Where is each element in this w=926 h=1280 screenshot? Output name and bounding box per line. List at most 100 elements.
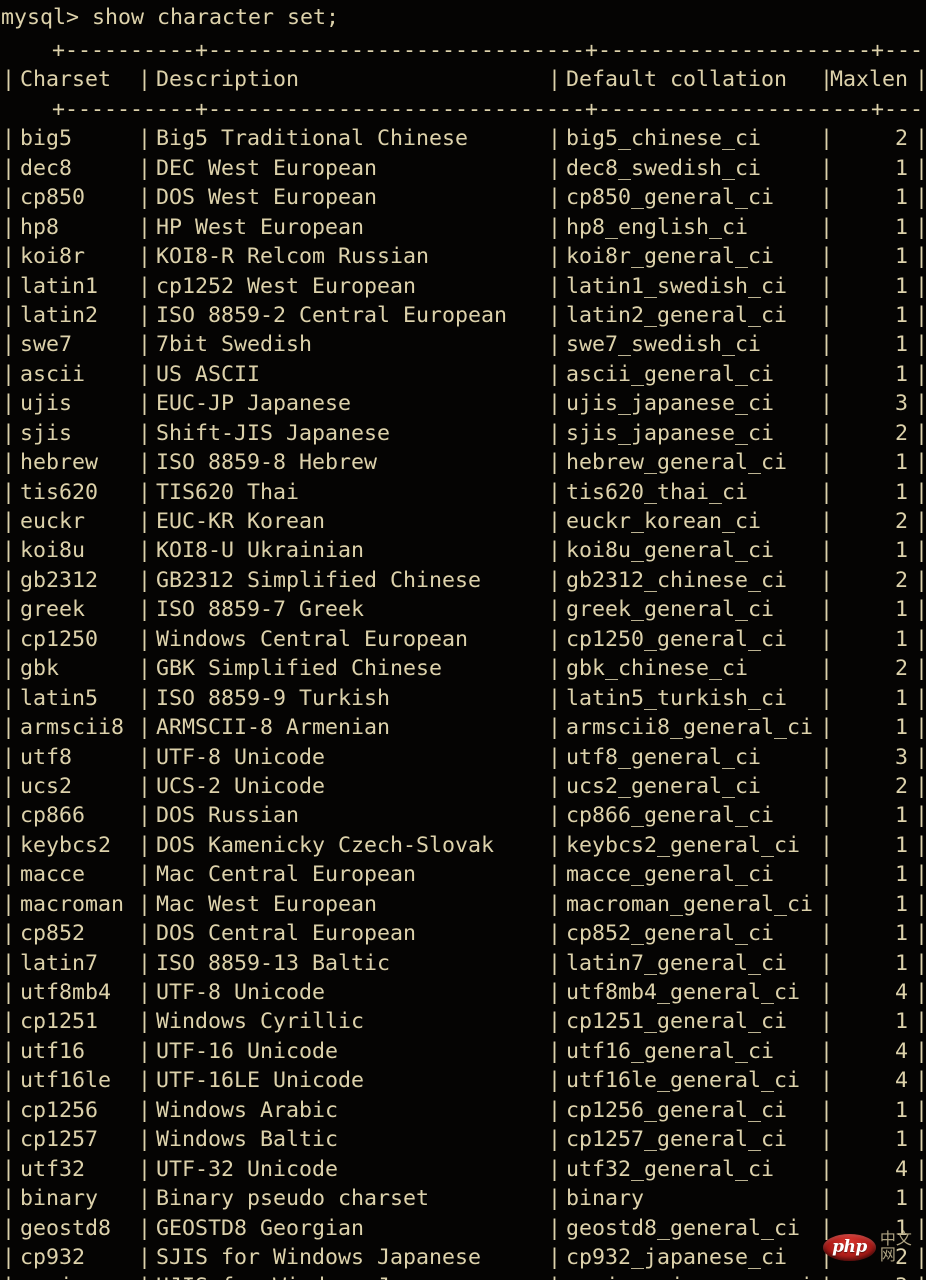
row-bar-right: |: [915, 567, 926, 593]
row-bar-2: |: [548, 773, 562, 799]
table-border-top-text: +----------+----------------------------…: [52, 38, 926, 63]
row-bar-1: |: [138, 1156, 152, 1182]
row-bar-right: |: [915, 685, 926, 711]
cell-description: UCS-2 Unicode: [156, 773, 326, 799]
row-bar-2: |: [548, 715, 562, 741]
cell-collation: cp932_japanese_ci: [566, 1244, 788, 1270]
cell-collation: cp1251_general_ci: [566, 1009, 788, 1035]
row-bar-left: |: [2, 1068, 16, 1094]
row-bar-2: |: [548, 509, 562, 534]
cell-maxlen: 2: [894, 126, 908, 152]
row-bar-left: |: [2, 1186, 16, 1212]
cell-charset: geostd8: [20, 1215, 112, 1241]
row-bar-right: |: [915, 1038, 926, 1064]
row-bar-right: |: [915, 1068, 926, 1094]
cell-collation: utf8mb4_general_ci: [566, 980, 801, 1005]
cell-collation: utf32_general_ci: [566, 1156, 775, 1182]
cell-description: ISO 8859-9 Turkish: [156, 685, 391, 711]
row-bar-2: |: [548, 450, 562, 476]
row-bar-left: |: [2, 1127, 16, 1153]
cell-description: ISO 8859-8 Hebrew: [156, 450, 378, 476]
table-border-top: +----------+----------------------------…: [0, 36, 926, 65]
table-row: | dec8 | DEC West European | dec8_swedish_ci |…: [0, 154, 926, 183]
table-row: | big5 | Big5 Traditional Chinese | big5_chin…: [0, 124, 926, 153]
cell-collation: latin5_turkish_ci: [566, 685, 788, 711]
row-bar-left: |: [2, 656, 16, 682]
table-row: | euckr | EUC-KR Korean | euckr_korean_ci | 2 |: [0, 507, 926, 536]
cell-maxlen: 1: [894, 361, 908, 387]
cell-description: ISO 8859-2 Central European: [156, 302, 508, 328]
row-bar-left: |: [2, 1272, 15, 1280]
cell-maxlen: 1: [894, 1215, 908, 1241]
row-bar-left: |: [2, 921, 16, 947]
row-bar-left: |: [2, 126, 16, 152]
row-bar-left: |: [2, 509, 16, 534]
row-bar-1: |: [138, 126, 152, 152]
cell-collation: koi8r_general_ci: [566, 244, 775, 270]
table-row: | latin7 | ISO 8859-13 Baltic | latin7_genera…: [0, 949, 926, 978]
cell-maxlen: 2: [894, 420, 908, 446]
table-row: | koi8u | KOI8-U Ukrainian | koi8u_general_ci…: [0, 536, 926, 565]
cell-description: GB2312 Simplified Chinese: [156, 567, 482, 593]
cell-charset: utf16: [20, 1038, 86, 1064]
cell-description: cp1252 West European: [156, 273, 417, 299]
row-bar-left: |: [2, 1215, 16, 1241]
cell-description: Shift-JIS Japanese: [156, 420, 391, 446]
row-bar-right: |: [915, 1186, 926, 1212]
cell-charset: cp1257: [20, 1127, 99, 1153]
row-bar-2: |: [548, 832, 562, 858]
row-bar-2: |: [548, 391, 562, 417]
table-row: | cp850 | DOS West European | cp850_general_c…: [0, 183, 926, 212]
cell-charset: latin5: [20, 685, 99, 711]
cell-description: ISO 8859-13 Baltic: [156, 950, 391, 976]
row-bar-1: |: [138, 1215, 152, 1241]
cell-charset: greek: [20, 597, 86, 623]
row-bar-right: |: [915, 1244, 926, 1270]
row-bar-left: |: [2, 744, 16, 770]
cell-maxlen: 2: [894, 1244, 908, 1270]
table-row: | macce | Mac Central European | macce_genera…: [0, 860, 926, 889]
row-bar-left: |: [2, 803, 16, 829]
row-bar-1: |: [138, 302, 152, 328]
row-bar-1: |: [138, 479, 152, 505]
row-bar-1: |: [138, 1009, 152, 1035]
row-bar-left: |: [2, 155, 16, 181]
cell-charset: ujis: [20, 391, 73, 417]
row-bar-2: |: [548, 1097, 562, 1123]
row-bar-1: |: [138, 980, 152, 1005]
cell-collation: gbk_chinese_ci: [566, 656, 749, 682]
table-row: | swe7 | 7bit Swedish | swe7_swedish_ci | 1 |: [0, 330, 926, 359]
cell-maxlen: 1: [894, 273, 908, 299]
terminal-window[interactable]: mysql> show character set; +----------+-…: [0, 0, 926, 1280]
cell-maxlen: 1: [894, 479, 908, 505]
cell-charset: koi8r: [20, 244, 86, 270]
row-bar-right: |: [915, 1215, 926, 1241]
cell-charset: binary: [20, 1186, 99, 1212]
cell-description: Windows Cyrillic: [156, 1009, 365, 1035]
cell-description: Big5 Traditional Chinese: [156, 126, 469, 152]
row-bar-2: |: [548, 567, 562, 593]
table-row: | cp1250 | Windows Central European | cp1250_…: [0, 625, 926, 654]
cell-collation: ascii_general_ci: [566, 361, 775, 387]
row-bar-2: |: [548, 420, 562, 446]
row-bar-right: |: [915, 862, 926, 888]
cell-description: 7bit Swedish: [156, 332, 313, 358]
row-bar-left: |: [2, 773, 16, 799]
row-bar-1: |: [138, 538, 152, 564]
cell-description: UTF-16LE Unicode: [156, 1068, 365, 1094]
cell-description: UTF-8 Unicode: [156, 744, 326, 770]
row-bar-left: |: [2, 980, 16, 1005]
row-bar-1: |: [138, 1272, 151, 1280]
row-bar-1: |: [138, 332, 152, 358]
cell-description: ARMSCII-8 Armenian: [156, 715, 391, 741]
cell-collation: eucjpms_japanese_ci: [566, 1272, 813, 1280]
cell-description: GEOSTD8 Georgian: [156, 1215, 365, 1241]
row-bar-1: |: [138, 509, 152, 534]
row-bar-2: |: [548, 685, 562, 711]
row-bar-1: |: [138, 1068, 152, 1094]
table-row: | greek | ISO 8859-7 Greek | greek_general_ci…: [0, 595, 926, 624]
header-collation: Default collation: [566, 67, 788, 93]
row-bar-right: |: [915, 1127, 926, 1153]
cell-maxlen: 1: [894, 185, 908, 211]
row-bar-right: |: [915, 273, 926, 299]
